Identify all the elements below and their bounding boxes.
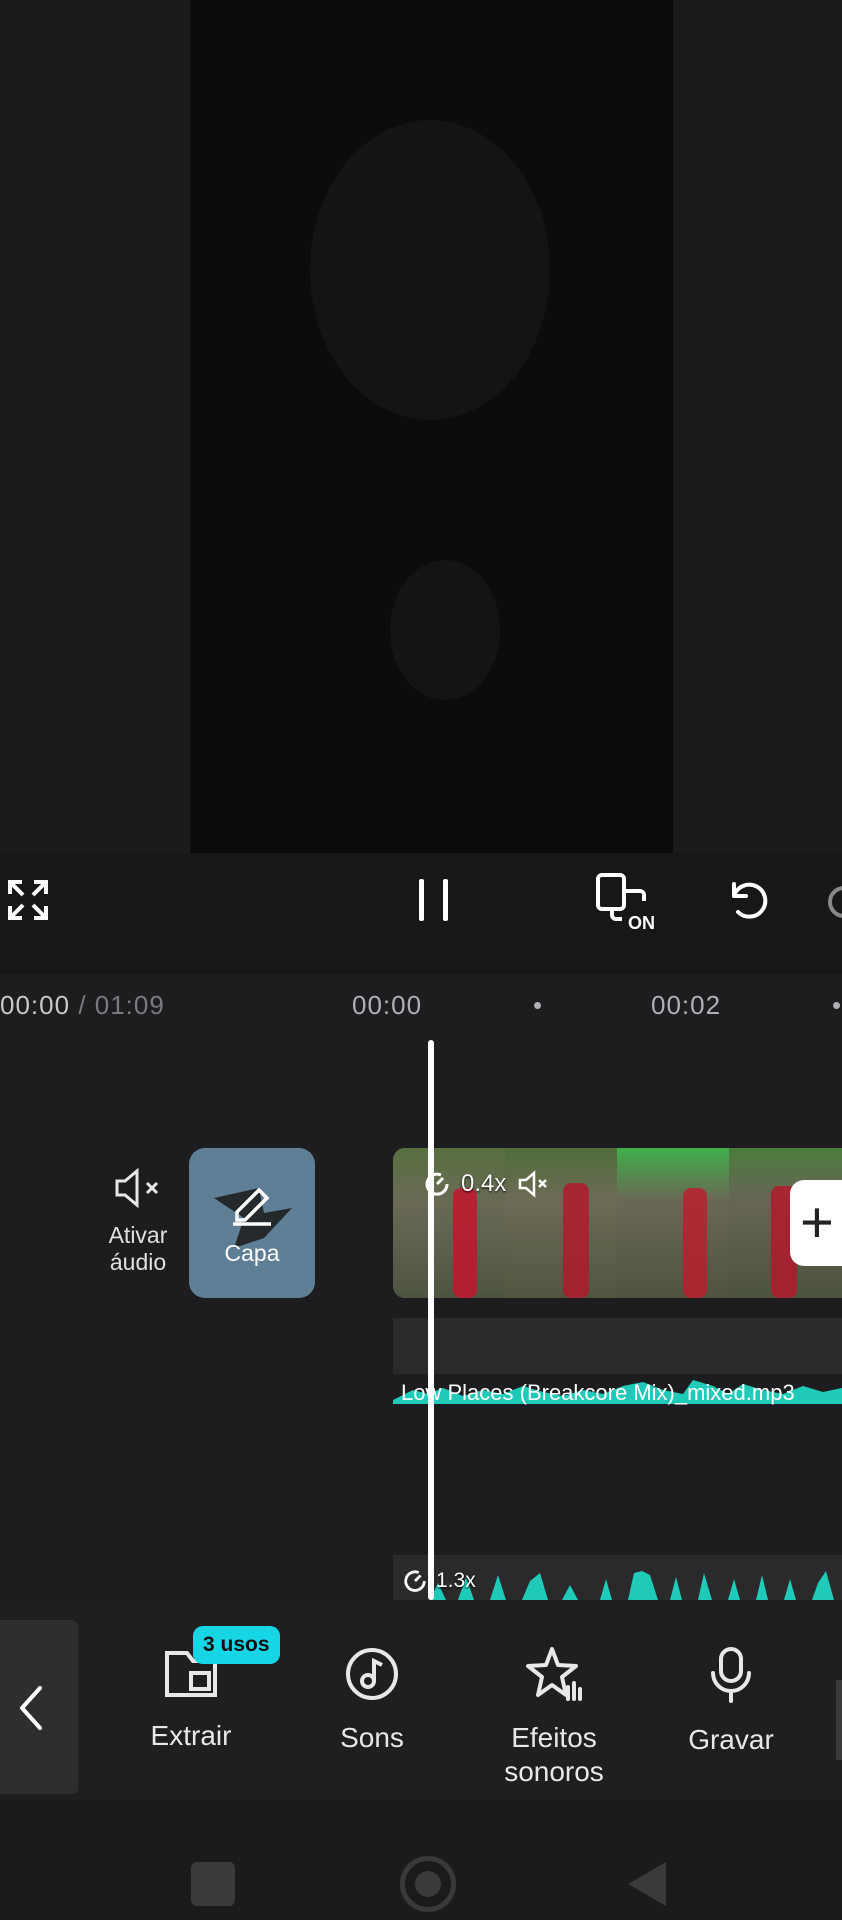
speed-icon	[404, 1570, 426, 1592]
recent-apps-icon[interactable]	[191, 1862, 235, 1906]
music-file-name: Low Places (Breakcore Mix)_mixed.mp3	[401, 1380, 795, 1405]
toolbar-item-record[interactable]: Gravar	[671, 1645, 791, 1757]
video-speed-value: 0.4x	[461, 1170, 507, 1197]
undo-icon[interactable]	[718, 868, 778, 932]
secondary-speed-badge: 1.3x	[402, 1568, 476, 1594]
total-duration: / 01:09	[78, 990, 165, 1020]
current-time: 00:00 / 01:09	[0, 990, 165, 1020]
toolbar-scroll-edge	[836, 1680, 842, 1760]
toolbar-label-sound-effects: Efeitos sonoros	[504, 1722, 604, 1787]
mute-audio-button[interactable]: Ativar áudio	[78, 1165, 198, 1276]
screen-mirror-on-icon[interactable]: ON	[592, 868, 662, 936]
back-nav-icon[interactable]	[622, 1858, 670, 1910]
ruler-tick-dot-2: •	[832, 990, 842, 1020]
usage-count-badge: 3 usos	[193, 1626, 280, 1664]
chevron-left-icon	[20, 1686, 42, 1730]
music-note-icon	[346, 1648, 398, 1700]
fullscreen-icon[interactable]	[0, 870, 56, 930]
microphone-icon	[711, 1647, 751, 1703]
mute-audio-label: Ativar áudio	[108, 1222, 168, 1275]
pause-icon[interactable]	[405, 870, 461, 930]
ruler-tick-dot-1: •	[533, 990, 544, 1020]
toolbar-item-sound-effects[interactable]: Efeitos sonoros	[484, 1645, 624, 1789]
back-button[interactable]	[0, 1620, 78, 1794]
redo-icon[interactable]	[822, 882, 842, 922]
ruler-tick-1: 00:02	[651, 990, 722, 1020]
home-icon[interactable]	[400, 1856, 456, 1912]
toolbar-label-record: Gravar	[688, 1724, 774, 1755]
video-speed-badge: 0.4x	[423, 1170, 550, 1198]
star-sound-icon	[526, 1647, 582, 1701]
toolbar-label-extract: Extrair	[150, 1720, 232, 1751]
speaker-muted-icon	[115, 1167, 159, 1209]
add-clip-button[interactable]: +	[790, 1180, 842, 1266]
playhead[interactable]	[428, 1040, 434, 1600]
secondary-waveform	[430, 1571, 842, 1600]
toolbar-label-sounds: Sons	[340, 1722, 404, 1753]
video-preview-frame[interactable]	[190, 0, 673, 853]
clip-muted-icon	[519, 1170, 548, 1198]
edit-pencil-icon	[233, 1187, 271, 1226]
secondary-speed-value: 1.3x	[436, 1569, 476, 1592]
mirror-on-badge: ON	[628, 913, 655, 933]
video-clip[interactable]: 0.4x	[393, 1148, 842, 1298]
ruler-tick-0: 00:00	[352, 990, 423, 1020]
cover-button[interactable]: Capa	[189, 1148, 315, 1298]
toolbar-item-sounds[interactable]: Sons	[312, 1645, 432, 1755]
cover-label: Capa	[224, 1240, 280, 1266]
